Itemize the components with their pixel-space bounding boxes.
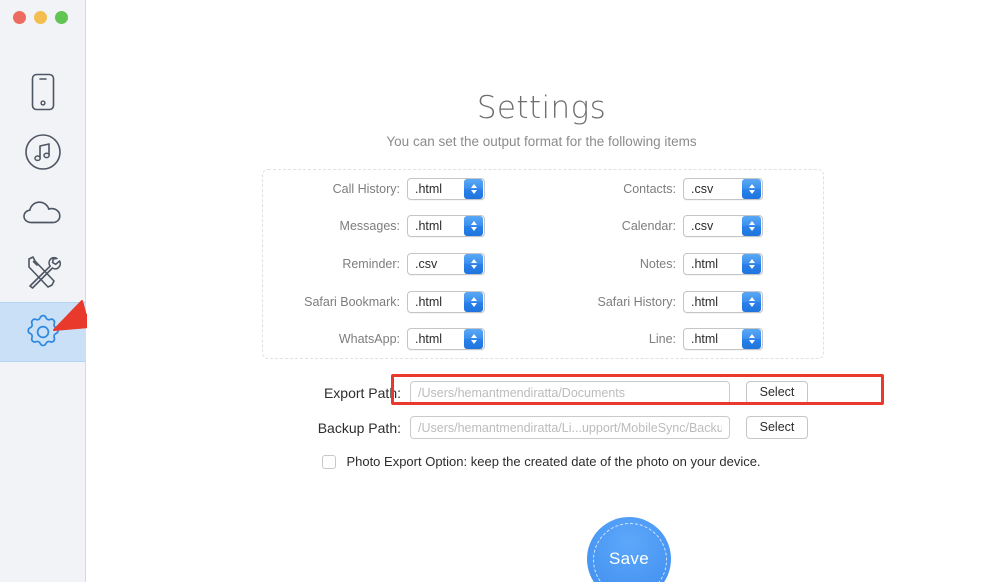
format-select-safari-bookmark[interactable]: .html [407,290,485,313]
stepper-chevrons-icon[interactable] [742,216,761,237]
format-label: Reminder: [342,256,400,271]
stepper-chevrons-icon[interactable] [464,178,483,199]
backup-path-select-button[interactable]: Select [746,416,808,439]
format-label: Messages: [339,219,400,234]
photo-export-option-row: Photo Export Option: keep the created da… [87,454,996,469]
sidebar-item-music[interactable] [0,122,86,182]
save-button-label: Save [609,549,649,568]
sidebar-item-settings[interactable] [0,302,86,362]
backup-path-row: Backup Path: Select [87,413,996,442]
stepper-chevrons-icon[interactable] [742,178,761,199]
stepper-chevrons-icon[interactable] [742,329,761,350]
format-select-call-history[interactable]: .html [407,177,485,200]
tools-icon [28,256,62,289]
close-button[interactable] [13,11,26,24]
format-row-messages: Messages: .html [263,215,543,238]
photo-export-option-label: Photo Export Option: keep the created da… [346,454,761,469]
format-select-value: .html [691,256,719,271]
window-controls [13,11,68,24]
format-label: Line: [648,332,676,347]
backup-path-input[interactable] [410,416,730,439]
backup-path-label: Backup Path: [317,419,401,436]
sidebar-nav [0,62,86,362]
export-path-label: Export Path: [323,384,401,401]
format-select-messages[interactable]: .html [407,215,485,238]
phone-icon [31,73,55,111]
format-label: Safari History: [597,294,677,309]
format-select-value: .csv [691,219,714,234]
sidebar-item-cloud[interactable] [0,182,86,242]
format-label: Notes: [639,256,676,271]
format-select-value: .html [691,294,719,309]
music-note-circle-icon [25,134,61,170]
export-path-select-button[interactable]: Select [746,381,808,404]
format-label: Contacts: [623,181,676,196]
format-select-contacts[interactable]: .csv [683,177,763,200]
format-select-value: .html [415,332,443,347]
format-row-reminder: Reminder: .csv [263,252,543,275]
export-path-input[interactable] [410,381,730,404]
gear-icon [27,314,59,347]
path-settings: Export Path: Select Backup Path: Select [87,378,996,448]
zoom-button[interactable] [55,11,68,24]
output-format-grid: Call History: .html Contacts: .csv Messa… [263,170,823,358]
stepper-chevrons-icon[interactable] [464,216,483,237]
format-row-call-history: Call History: .html [263,177,543,200]
format-select-safari-history[interactable]: .html [683,290,763,313]
stepper-chevrons-icon[interactable] [464,253,483,274]
app-window: Settings You can set the output format f… [0,0,996,582]
format-label: Safari Bookmark: [304,294,400,309]
main-content: Settings You can set the output format f… [87,0,996,582]
format-label: Call History: [332,181,400,196]
export-path-row: Export Path: Select [87,378,996,407]
format-select-calendar[interactable]: .csv [683,215,763,238]
format-label: WhatsApp: [338,332,400,347]
stepper-chevrons-icon[interactable] [742,253,761,274]
format-row-safari-bookmark: Safari Bookmark: .html [263,290,543,313]
format-select-value: .html [415,219,443,234]
format-select-value: .csv [415,256,438,271]
format-row-safari-history: Safari History: .html [543,290,823,313]
format-select-line[interactable]: .html [683,328,763,351]
cloud-icon [23,201,61,224]
save-button[interactable]: Save [587,517,671,582]
format-label: Calendar: [621,219,676,234]
format-select-value: .html [415,294,443,309]
sidebar [0,0,86,582]
stepper-chevrons-icon[interactable] [464,329,483,350]
page-subtitle: You can set the output format for the fo… [386,134,697,149]
output-format-panel: Call History: .html Contacts: .csv Messa… [262,169,824,359]
minimize-button[interactable] [34,11,47,24]
page-title: Settings [476,90,607,126]
format-row-calendar: Calendar: .csv [543,215,823,238]
photo-export-option-checkbox[interactable] [322,454,337,469]
stepper-chevrons-icon[interactable] [742,291,761,312]
format-row-contacts: Contacts: .csv [543,177,823,200]
format-select-whatsapp[interactable]: .html [407,328,485,351]
format-row-line: Line: .html [543,328,823,351]
format-select-reminder[interactable]: .csv [407,252,485,275]
format-row-whatsapp: WhatsApp: .html [263,328,543,351]
stepper-chevrons-icon[interactable] [464,291,483,312]
sidebar-item-toolkit[interactable] [0,242,86,302]
format-select-value: .html [691,332,719,347]
format-select-notes[interactable]: .html [683,252,763,275]
format-row-notes: Notes: .html [543,252,823,275]
format-select-value: .csv [691,181,714,196]
sidebar-item-device[interactable] [0,62,86,122]
format-select-value: .html [415,181,443,196]
